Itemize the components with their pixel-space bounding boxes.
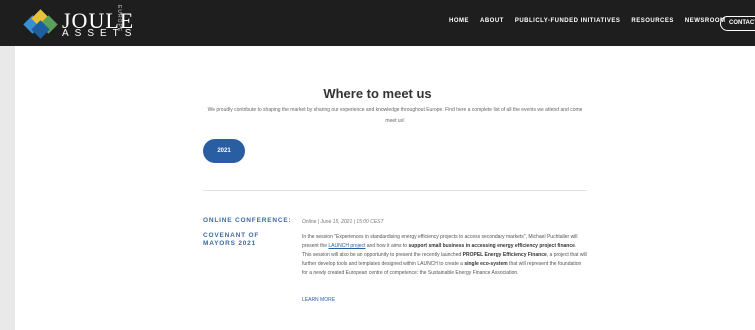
main-nav: HOME ABOUT PUBLICLY-FUNDED INITIATIVES R… bbox=[449, 18, 737, 24]
learn-more-link[interactable]: LEARN MORE bbox=[302, 297, 335, 303]
intro-text: We proudly contribute to shaping the mar… bbox=[207, 107, 583, 124]
event-type: ONLINE CONFERENCE: bbox=[203, 217, 292, 224]
nav-home[interactable]: HOME bbox=[449, 18, 469, 24]
event-meta: Online | June 15, 2021 | 15:00 CEST bbox=[302, 219, 384, 225]
logo-word-europe: EUROPE bbox=[116, 5, 122, 33]
desc-bold: support small business in accessing ener… bbox=[408, 243, 575, 249]
page-title: Where to meet us bbox=[323, 86, 432, 101]
section-divider bbox=[203, 190, 587, 191]
year-filter-button[interactable]: 2021 bbox=[203, 139, 245, 163]
logo-mark-icon bbox=[23, 9, 58, 39]
logo-word-joule: JOULE bbox=[62, 7, 135, 33]
launch-project-link[interactable]: LAUNCH project bbox=[328, 243, 365, 249]
event-name: COVENANT OF MAYORS 2021 bbox=[203, 232, 260, 247]
top-navbar: JOULE ASSETS EUROPE HOME ABOUT PUBLICLY-… bbox=[0, 0, 755, 46]
desc-text: and how it aims to bbox=[365, 243, 409, 249]
desc-bold: PROPEL Energy Efficiency Finance bbox=[462, 252, 547, 258]
contact-button[interactable]: CONTACT bbox=[720, 16, 755, 31]
logo-word-assets: ASSETS bbox=[62, 27, 138, 39]
desc-bold: single eco-system bbox=[464, 261, 508, 267]
nav-about[interactable]: ABOUT bbox=[480, 18, 504, 24]
event-description: In the session "Experiences in standardi… bbox=[302, 233, 587, 278]
nav-resources[interactable]: RESOURCES bbox=[631, 18, 674, 24]
nav-publicly-funded-initiatives[interactable]: PUBLICLY-FUNDED INITIATIVES bbox=[515, 18, 621, 24]
